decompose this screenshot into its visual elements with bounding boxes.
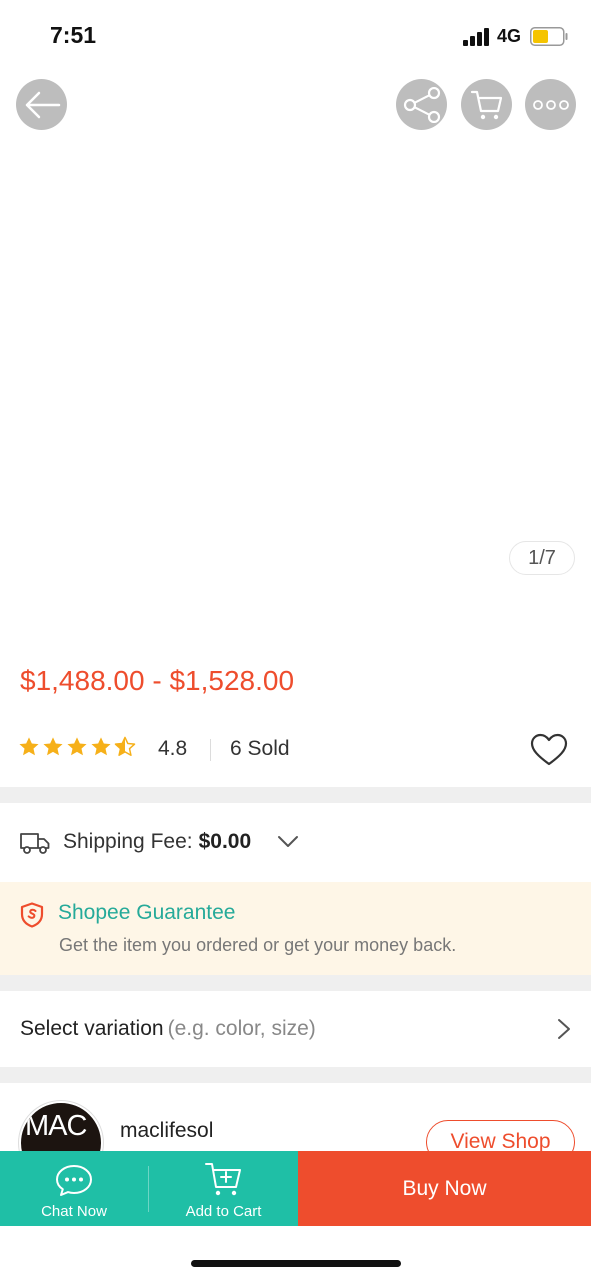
shipping-fee-label: Shipping Fee: — [63, 830, 193, 853]
shop-row: MAC maclifesol View Shop — [0, 1083, 591, 1153]
buy-now-button[interactable]: Buy Now — [298, 1151, 591, 1226]
shipping-label: Shipping Fee: $0.00 — [63, 830, 251, 854]
variation-hint: (e.g. color, size) — [167, 1017, 316, 1040]
back-button[interactable] — [16, 79, 67, 130]
view-shop-button[interactable]: View Shop — [426, 1120, 575, 1153]
more-button[interactable] — [525, 79, 576, 130]
sold-count: 6 Sold — [230, 737, 290, 760]
select-variation-row[interactable]: Select variation (e.g. color, size) — [0, 991, 591, 1067]
network-type: 4G — [497, 26, 522, 46]
cart-icon — [470, 90, 502, 119]
shipping-fee-value: $0.00 — [198, 830, 252, 853]
chat-icon — [56, 1165, 92, 1196]
divider — [210, 739, 211, 761]
chevron-right-icon — [558, 1019, 570, 1039]
heart-icon[interactable] — [530, 733, 568, 767]
section-divider — [0, 1067, 591, 1083]
share-icon — [403, 86, 440, 123]
shopee-guarantee-banner[interactable] — [0, 882, 591, 975]
product-image-gallery[interactable] — [0, 72, 591, 642]
bottom-bar-left: Chat Now Add to Cart — [0, 1151, 298, 1226]
truck-icon — [20, 833, 50, 854]
share-button[interactable] — [396, 79, 447, 130]
variation-label: Select variation (e.g. color, size) — [20, 1017, 316, 1041]
add-to-cart-button[interactable]: Add to Cart — [149, 1151, 298, 1226]
shop-name[interactable]: maclifesol — [120, 1119, 213, 1143]
add-to-cart-icon — [204, 1163, 241, 1196]
shield-icon — [20, 902, 44, 928]
price-range: $1,488.00 - $1,528.00 — [20, 665, 295, 696]
guarantee-subtitle: Get the item you ordered or get your mon… — [59, 935, 457, 955]
star-icon — [91, 737, 111, 756]
home-indicator[interactable] — [191, 1260, 401, 1267]
shop-avatar-logo-text: MAC — [25, 1110, 87, 1142]
chat-now-button[interactable]: Chat Now — [0, 1151, 148, 1226]
status-bar: 7:51 4G — [0, 0, 591, 72]
more-horizontal-icon — [532, 99, 569, 110]
bottom-action-bar: Chat Now Add to Cart Buy Now — [0, 1151, 591, 1226]
rating-stars — [18, 736, 136, 758]
shop-avatar[interactable]: MAC — [19, 1101, 103, 1153]
shipping-row[interactable]: Shipping Fee: $0.00 — [0, 803, 591, 881]
star-icon — [19, 737, 39, 756]
star-icon — [67, 737, 87, 756]
variation-title: Select variation — [20, 1017, 164, 1040]
star-icon — [43, 737, 63, 756]
add-to-cart-label: Add to Cart — [185, 1203, 262, 1220]
section-divider — [0, 787, 591, 803]
arrow-left-icon — [25, 91, 60, 118]
chat-now-label: Chat Now — [41, 1203, 107, 1220]
signal-icon — [463, 28, 489, 46]
battery-icon — [530, 27, 568, 46]
guarantee-title: Shopee Guarantee — [58, 901, 236, 924]
rating-value: 4.8 — [158, 737, 188, 760]
section-divider — [0, 975, 591, 991]
cart-button[interactable] — [461, 79, 512, 130]
chevron-down-icon — [278, 836, 298, 847]
status-time: 7:51 — [50, 22, 97, 48]
half-star-icon — [114, 736, 136, 756]
image-counter: 1/7 — [509, 541, 575, 575]
